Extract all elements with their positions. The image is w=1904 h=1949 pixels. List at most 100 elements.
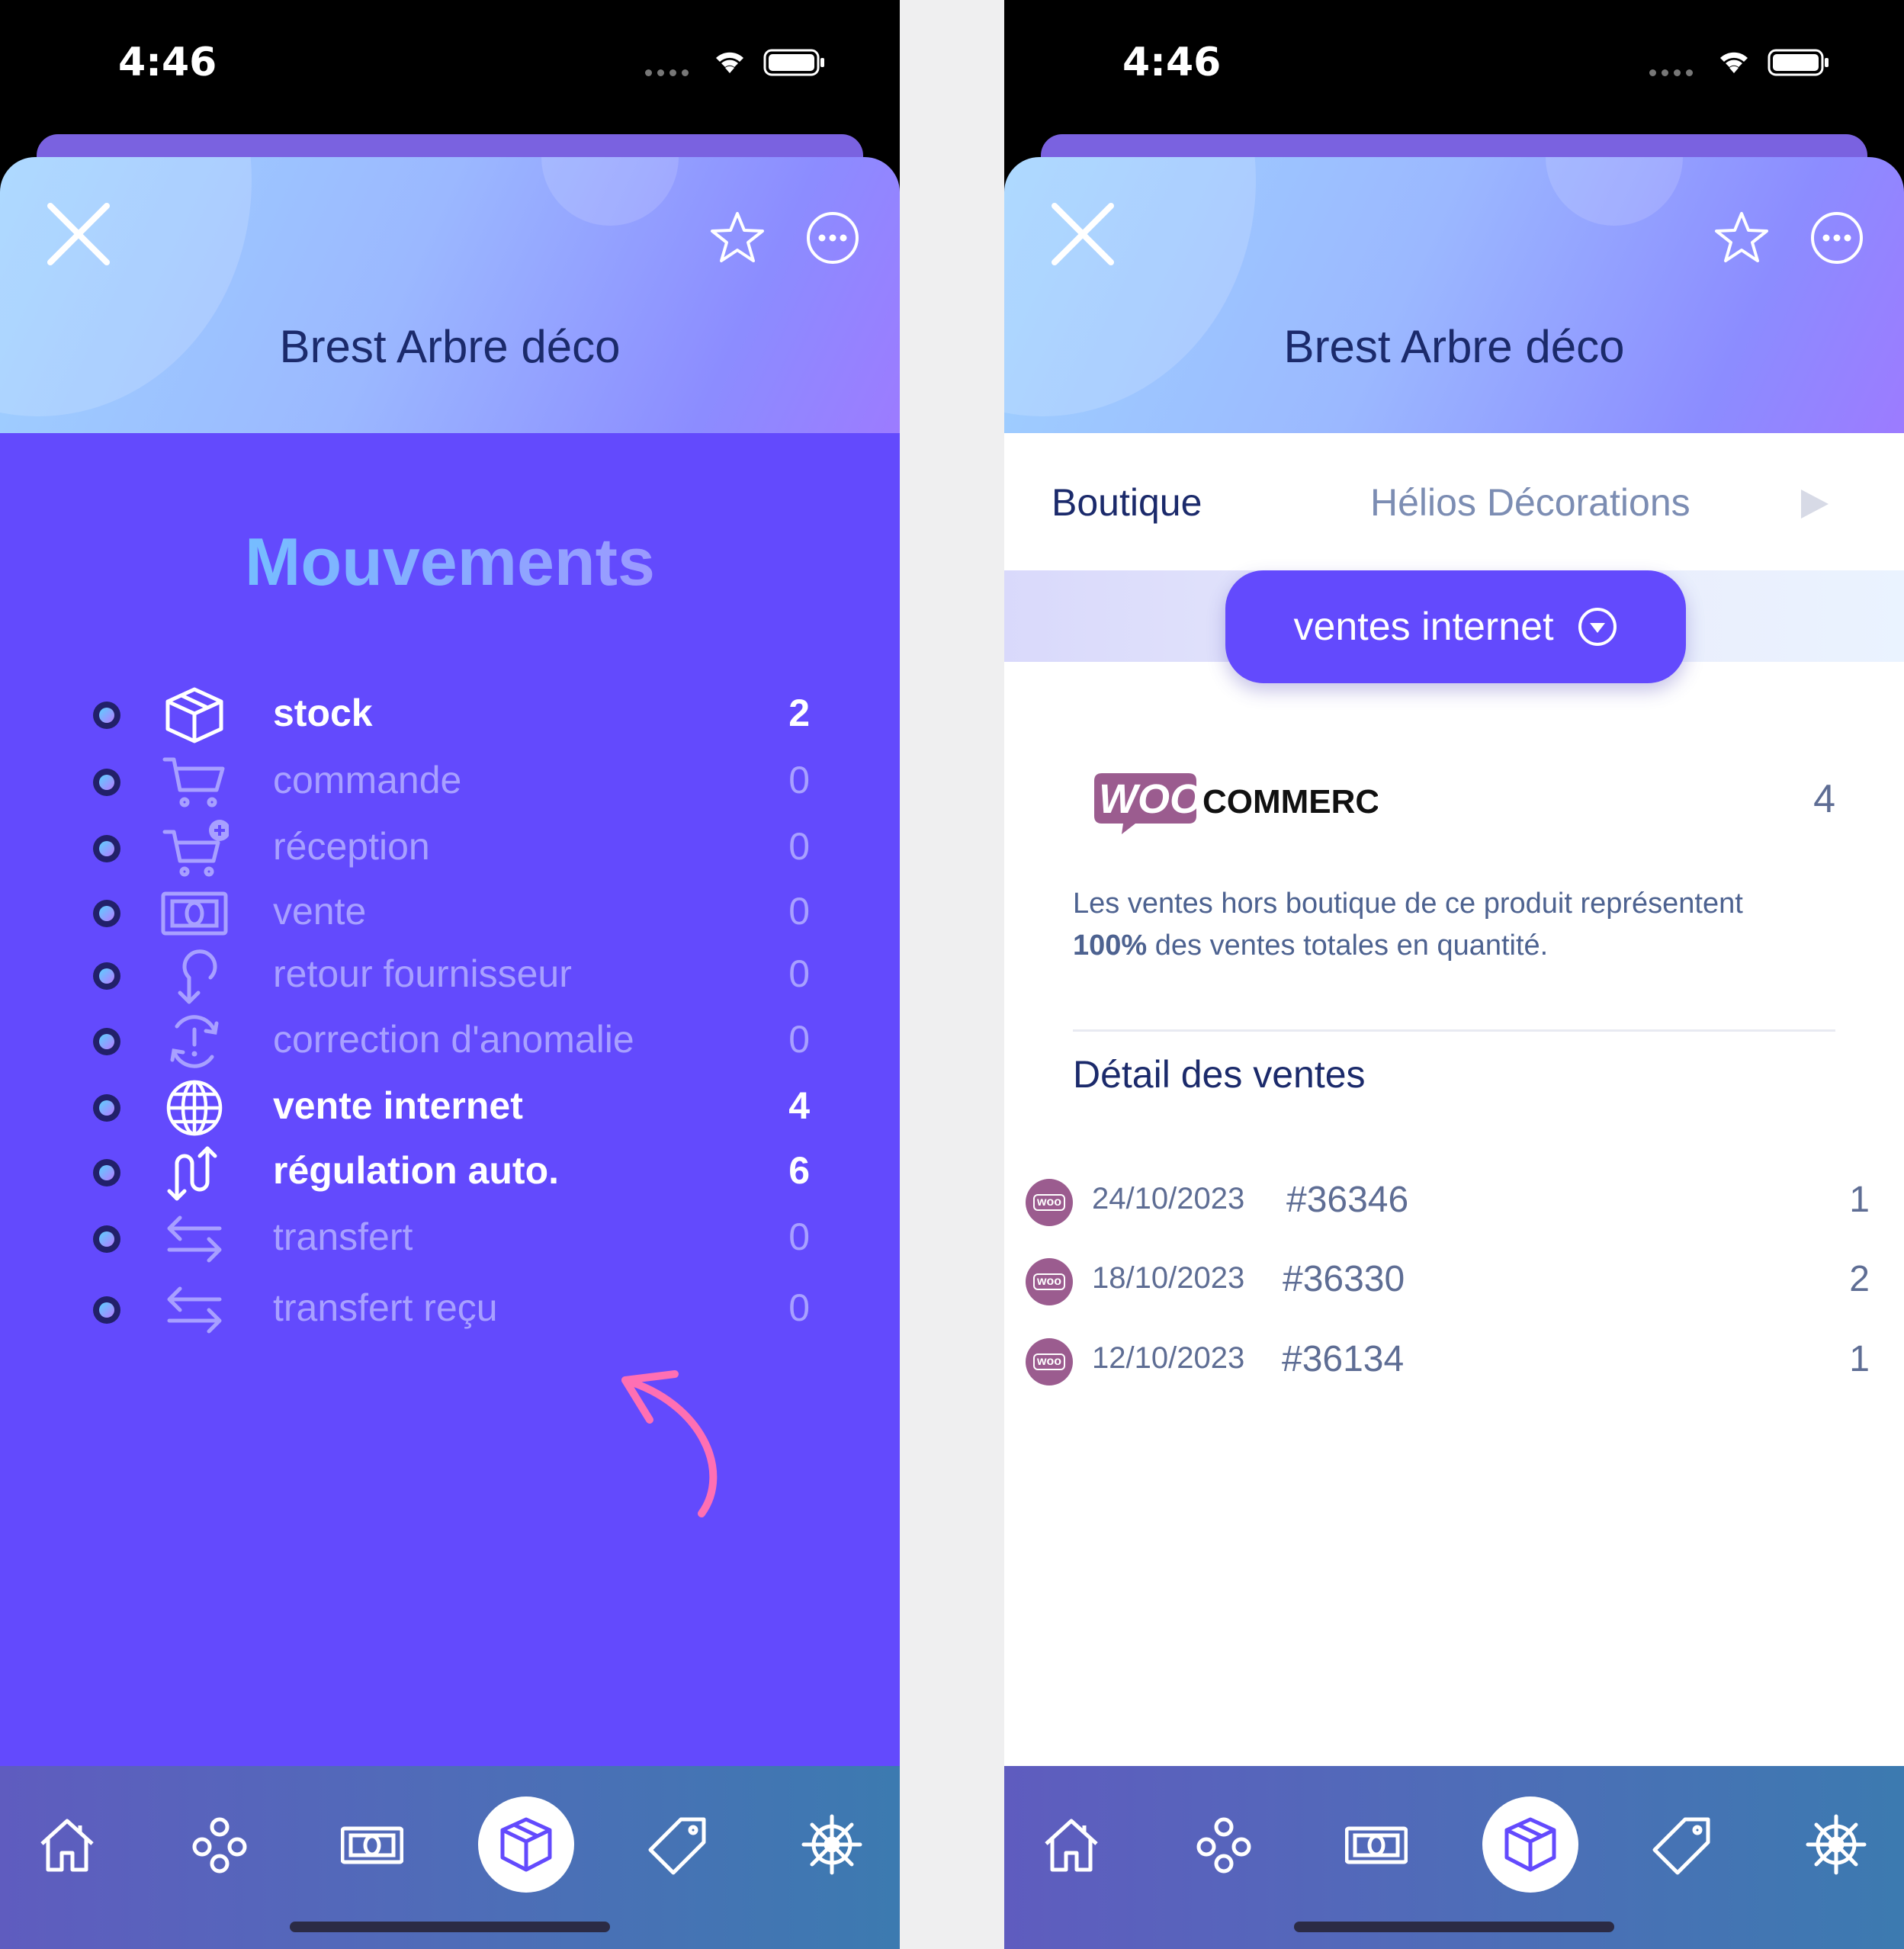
movement-count: 4 xyxy=(788,1084,810,1127)
bullet-dot xyxy=(93,962,120,990)
bullet-dot xyxy=(93,702,120,729)
box-icon xyxy=(1504,1817,1556,1872)
movement-count: 0 xyxy=(788,825,810,868)
phone-right: 4:46 Brest Arbre déco Boutique Hélios Dé… xyxy=(1004,0,1904,1949)
tab-boutique[interactable]: Boutique xyxy=(1052,480,1202,525)
battery-icon xyxy=(1768,49,1829,76)
sale-date: 24/10/2023 xyxy=(1092,1182,1245,1215)
home-indicator xyxy=(290,1922,610,1932)
bullet-dot xyxy=(93,1225,120,1253)
header xyxy=(1004,157,1904,433)
movement-label: vente internet xyxy=(273,1084,523,1127)
bottom-nav xyxy=(1004,1766,1904,1949)
bullet-dot xyxy=(93,769,120,796)
tag-icon xyxy=(648,1817,706,1875)
tag-icon xyxy=(1652,1817,1710,1875)
movement-label: retour fournisseur xyxy=(273,952,572,995)
transfer-icon xyxy=(167,1215,222,1263)
bullet-dot xyxy=(93,1094,120,1122)
page-title: Brest Arbre déco xyxy=(1283,321,1625,372)
sale-qty: 2 xyxy=(1849,1259,1870,1299)
movement-label: stock xyxy=(273,692,373,734)
movement-label: vente xyxy=(273,890,367,933)
movement-type-dropdown[interactable]: ventes internet xyxy=(1225,570,1686,683)
movement-count: 0 xyxy=(788,890,810,933)
nav-stock[interactable] xyxy=(478,1796,574,1893)
nav-sales[interactable] xyxy=(324,1796,420,1893)
status-icons xyxy=(1649,47,1832,78)
detail-title: Détail des ventes xyxy=(1073,1053,1366,1096)
nav-settings[interactable] xyxy=(1788,1796,1884,1893)
star-icon[interactable] xyxy=(708,209,766,267)
woo-badge-icon: woo xyxy=(1026,1179,1073,1226)
movement-label: transfert xyxy=(273,1215,413,1258)
movement-label: transfert reçu xyxy=(273,1286,498,1329)
woo-badge-icon: woo xyxy=(1026,1258,1073,1305)
movement-label: réception xyxy=(273,825,430,868)
sale-date: 18/10/2023 xyxy=(1092,1261,1245,1295)
sale-date: 12/10/2023 xyxy=(1092,1341,1245,1375)
signal-dots-icon xyxy=(1649,69,1693,76)
nav-stock[interactable] xyxy=(1482,1796,1578,1893)
bullet-dot xyxy=(93,900,120,927)
movement-label: correction d'anomalie xyxy=(273,1018,634,1061)
play-arrow-icon[interactable] xyxy=(1796,486,1832,522)
wifi-icon xyxy=(1720,52,1748,73)
movements-panel: Mouvements stock 2 commande 0 réception … xyxy=(0,433,900,1766)
nav-settings[interactable] xyxy=(784,1796,880,1893)
sale-ref: #36346 xyxy=(1286,1180,1409,1220)
transfer-received-icon xyxy=(167,1286,222,1334)
movement-label: régulation auto. xyxy=(273,1149,559,1192)
movement-count: 0 xyxy=(788,1215,810,1258)
pointer-arrow-icon xyxy=(621,1370,718,1517)
movement-label: commande xyxy=(273,759,462,801)
nav-sales[interactable] xyxy=(1328,1796,1424,1893)
chevron-down-circle-icon xyxy=(1578,608,1617,646)
status-icons xyxy=(645,47,827,78)
sale-qty: 1 xyxy=(1849,1180,1870,1220)
nav-modules[interactable] xyxy=(1176,1796,1272,1893)
woo-badge-icon: woo xyxy=(1026,1338,1073,1385)
banknote-icon xyxy=(341,1826,403,1864)
bullet-dot xyxy=(93,1296,120,1324)
page-title: Brest Arbre déco xyxy=(279,321,621,372)
woocommerce-description: Les ventes hors boutique de ce produit r… xyxy=(1073,888,1743,962)
bullet-dot xyxy=(93,1159,120,1186)
woocommerce-count: 4 xyxy=(1813,777,1835,821)
woocommerce-logo: WOO COMMERCE xyxy=(1094,773,1378,834)
modules-icon xyxy=(192,1817,247,1874)
nav-home[interactable] xyxy=(1023,1796,1119,1893)
star-icon[interactable] xyxy=(1713,209,1771,267)
nav-home[interactable] xyxy=(19,1796,115,1893)
close-icon[interactable] xyxy=(1048,200,1117,268)
nav-tags[interactable] xyxy=(631,1796,727,1893)
section-title: Mouvements xyxy=(0,523,900,601)
sale-ref: #36330 xyxy=(1283,1259,1405,1299)
phone-left: 4:46 Brest Arbre déco Mouvements stock 2… xyxy=(0,0,900,1949)
more-options-icon[interactable] xyxy=(1808,209,1866,267)
sale-qty: 1 xyxy=(1849,1339,1870,1379)
movement-count: 0 xyxy=(788,759,810,801)
sale-row[interactable]: woo 12/10/2023 #36134 1 xyxy=(1004,1331,1904,1399)
wifi-icon xyxy=(716,52,743,73)
dropdown-label: ventes internet xyxy=(1293,605,1554,649)
sales-panel: Boutique Hélios Décorations ventes inter… xyxy=(1004,433,1904,1766)
signal-dots-icon xyxy=(645,69,689,76)
close-icon[interactable] xyxy=(44,200,113,268)
box-icon xyxy=(500,1817,552,1872)
nav-tags[interactable] xyxy=(1635,1796,1731,1893)
home-icon xyxy=(1045,1819,1098,1872)
sale-row[interactable]: woo 18/10/2023 #36330 2 xyxy=(1004,1251,1904,1319)
movement-count: 6 xyxy=(788,1149,810,1192)
nav-modules[interactable] xyxy=(172,1796,268,1893)
movement-row[interactable]: transfert reçu 0 xyxy=(0,1264,900,1348)
status-time: 4:46 xyxy=(1122,40,1222,85)
header xyxy=(0,157,900,433)
bullet-dot xyxy=(93,835,120,862)
helm-icon xyxy=(801,1814,862,1875)
sale-ref: #36134 xyxy=(1282,1339,1405,1379)
more-options-icon[interactable] xyxy=(804,209,862,267)
sale-row[interactable]: woo 24/10/2023 #36346 1 xyxy=(1004,1171,1904,1240)
tab-helios[interactable]: Hélios Décorations xyxy=(1370,480,1690,525)
home-icon xyxy=(40,1819,94,1872)
